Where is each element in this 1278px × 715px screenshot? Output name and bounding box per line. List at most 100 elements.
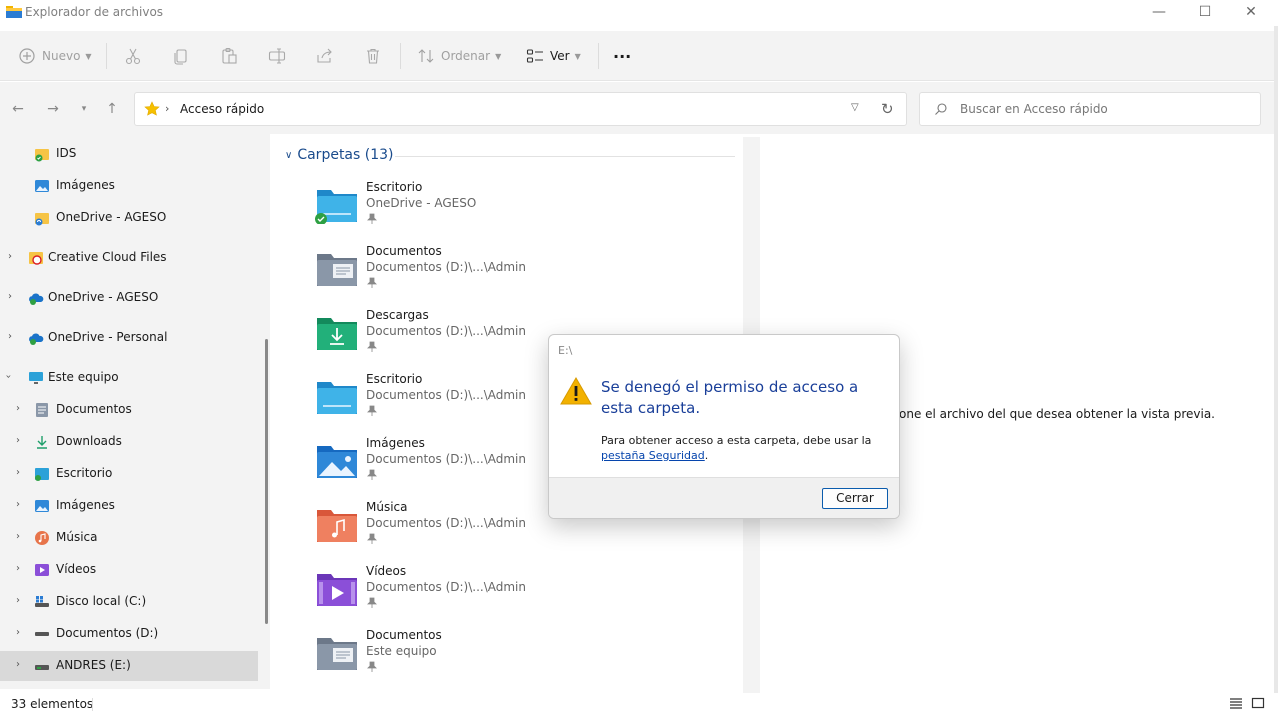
expand-chevron-icon[interactable]: › bbox=[16, 595, 20, 606]
expand-chevron-icon[interactable]: › bbox=[16, 403, 20, 414]
expand-chevron-icon[interactable]: › bbox=[16, 499, 20, 510]
tiles-view-icon[interactable] bbox=[1251, 696, 1265, 710]
sidebar-item-label: IDS bbox=[56, 146, 77, 160]
maximize-button[interactable]: ☐ bbox=[1182, 0, 1228, 26]
delete-button[interactable] bbox=[364, 44, 382, 68]
sidebar-item-downloads[interactable]: › Downloads bbox=[0, 427, 258, 457]
dialog-footer: Cerrar bbox=[549, 477, 899, 518]
address-bar[interactable]: › Acceso rápido ▽ ↻ bbox=[134, 92, 907, 126]
folder-tile[interactable]: Documentos Este equipo bbox=[315, 628, 615, 692]
folder-tile[interactable]: Escritorio OneDrive - AGESO bbox=[315, 180, 615, 244]
drive-icon bbox=[35, 632, 49, 636]
recent-locations-chevron-icon[interactable]: ▾ bbox=[75, 100, 93, 118]
expand-chevron-icon[interactable]: › bbox=[8, 251, 12, 262]
up-arrow-icon[interactable]: ↑ bbox=[103, 100, 121, 118]
sidebar-item-documentos-d[interactable]: › Documentos (D:) bbox=[0, 619, 258, 649]
chevron-down-icon: ▼ bbox=[574, 51, 581, 61]
pin-icon bbox=[367, 469, 377, 480]
pin-icon bbox=[367, 533, 377, 544]
view-button[interactable]: Ver ▼ bbox=[526, 44, 581, 68]
expand-chevron-icon[interactable]: › bbox=[16, 435, 20, 446]
sidebar-item-musica[interactable]: › Música bbox=[0, 523, 258, 553]
share-button[interactable] bbox=[316, 44, 334, 68]
desktop-folder-icon bbox=[317, 382, 357, 414]
sidebar-item-label: OneDrive - AGESO bbox=[48, 290, 159, 304]
expand-chevron-icon[interactable]: › bbox=[16, 627, 20, 638]
sidebar-item-label: Documentos bbox=[56, 402, 132, 416]
expand-chevron-icon[interactable]: › bbox=[16, 659, 20, 670]
sidebar-item-disco-local-c[interactable]: › Disco local (C:) bbox=[0, 587, 258, 617]
sidebar-item-andres-e[interactable]: › ANDRES (E:) bbox=[0, 651, 258, 681]
folder-name: Escritorio bbox=[366, 180, 423, 194]
sidebar-item-creative-cloud[interactable]: › Creative Cloud Files bbox=[0, 243, 258, 273]
sidebar-item-imagenes[interactable]: Imágenes bbox=[0, 171, 258, 201]
expand-chevron-icon[interactable]: › bbox=[16, 531, 20, 542]
minimize-button[interactable]: — bbox=[1136, 0, 1182, 26]
folder-location: Documentos (D:)\...\Admin bbox=[366, 260, 526, 274]
sort-button[interactable]: Ordenar ▼ bbox=[417, 44, 501, 68]
sidebar-item-escritorio[interactable]: › Escritorio bbox=[0, 459, 258, 489]
command-bar: Nuevo ▼ Ordenar ▼ Ver ▼ ··· bbox=[0, 31, 1274, 81]
rename-button[interactable] bbox=[268, 44, 286, 68]
sidebar-item-este-equipo[interactable]: › Este equipo bbox=[0, 363, 258, 393]
security-tab-link[interactable]: pestaña Seguridad bbox=[601, 449, 705, 462]
sidebar-item-documentos[interactable]: › Documentos bbox=[0, 395, 258, 425]
more-options-button[interactable]: ··· bbox=[613, 44, 631, 68]
cut-button[interactable] bbox=[124, 44, 142, 68]
expand-chevron-icon[interactable]: › bbox=[8, 331, 12, 342]
pictures-icon bbox=[35, 500, 49, 512]
computer-icon bbox=[29, 372, 43, 384]
warning-icon bbox=[560, 376, 592, 405]
forward-arrow-icon[interactable]: → bbox=[44, 100, 62, 118]
sidebar-item-onedrive-ageso[interactable]: › OneDrive - AGESO bbox=[0, 283, 258, 313]
dialog-heading: Se denegó el permiso de acceso a esta ca… bbox=[601, 378, 859, 417]
preview-pane-message: one el archivo del que desea obtener la … bbox=[899, 407, 1215, 421]
folder-name: Vídeos bbox=[366, 564, 407, 578]
new-button[interactable]: Nuevo ▼ bbox=[18, 44, 92, 68]
back-arrow-icon[interactable]: ← bbox=[9, 100, 27, 118]
address-dropdown-icon[interactable]: ▽ bbox=[851, 102, 859, 113]
expand-chevron-icon[interactable]: › bbox=[16, 563, 20, 574]
expand-chevron-icon[interactable]: › bbox=[8, 291, 12, 302]
folder-tile[interactable]: Vídeos Documentos (D:)\...\Admin bbox=[315, 564, 615, 628]
collapse-chevron-icon[interactable]: › bbox=[3, 375, 14, 379]
folder-tile[interactable]: Documentos Documentos (D:)\...\Admin bbox=[315, 244, 615, 308]
sidebar-item-onedrive-ageso-folder[interactable]: OneDrive - AGESO bbox=[0, 203, 258, 233]
paste-button[interactable] bbox=[220, 44, 238, 68]
copy-button[interactable] bbox=[172, 44, 190, 68]
folder-location: Documentos (D:)\...\Admin bbox=[366, 580, 526, 594]
sidebar-item-imagenes-pc[interactable]: › Imágenes bbox=[0, 491, 258, 521]
sidebar-item-label: Creative Cloud Files bbox=[48, 250, 167, 264]
scissors-icon bbox=[125, 48, 141, 65]
downloads-folder-icon bbox=[317, 318, 357, 350]
videos-folder-icon bbox=[317, 574, 357, 606]
plus-circle-icon bbox=[19, 48, 35, 64]
sidebar-item-videos[interactable]: › Vídeos bbox=[0, 555, 258, 585]
toolbar-divider bbox=[400, 43, 401, 69]
music-folder-icon bbox=[317, 510, 357, 542]
refresh-icon[interactable]: ↻ bbox=[881, 100, 894, 118]
search-box[interactable]: Buscar en Acceso rápido bbox=[919, 92, 1261, 126]
sidebar-item-label: Disco local (C:) bbox=[56, 594, 147, 608]
title-bar: Explorador de archivos — ☐ ✕ bbox=[0, 0, 1278, 26]
sidebar-item-onedrive-personal[interactable]: › OneDrive - Personal bbox=[0, 323, 258, 353]
sidebar-item-ids[interactable]: IDS bbox=[0, 139, 258, 169]
sidebar-item-label: Escritorio bbox=[56, 466, 113, 480]
folders-group-header[interactable]: ∨ Carpetas (13) bbox=[285, 147, 394, 163]
close-window-button[interactable]: ✕ bbox=[1228, 0, 1274, 26]
details-view-icon[interactable] bbox=[1229, 696, 1243, 710]
chevron-down-icon: ▼ bbox=[495, 51, 502, 61]
sidebar-scrollbar[interactable] bbox=[265, 339, 268, 624]
folder-name: Escritorio bbox=[366, 372, 423, 386]
dialog-message-text: Para obtener acceso a esta carpeta, debe… bbox=[601, 434, 872, 447]
expand-chevron-icon[interactable]: › bbox=[16, 467, 20, 478]
download-icon bbox=[37, 436, 47, 449]
close-dialog-button[interactable]: Cerrar bbox=[822, 488, 888, 509]
group-divider bbox=[395, 156, 735, 157]
sidebar-item-label: OneDrive - AGESO bbox=[56, 210, 167, 224]
desktop-folder-icon bbox=[315, 190, 357, 224]
search-input[interactable]: Buscar en Acceso rápido bbox=[960, 102, 1108, 116]
trash-icon bbox=[367, 48, 379, 64]
documents-folder-icon bbox=[317, 254, 357, 286]
breadcrumb-quick-access[interactable]: Acceso rápido bbox=[180, 102, 264, 116]
